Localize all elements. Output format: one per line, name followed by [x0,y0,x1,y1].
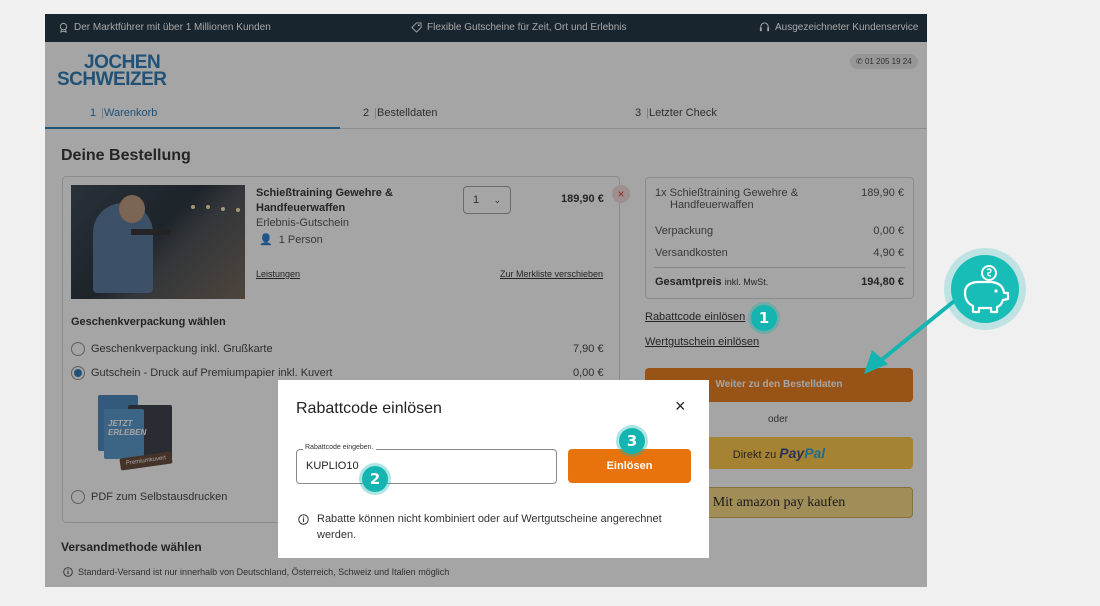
piggy-bank-icon [951,255,1019,323]
coupon-field-label: Rabattcode eingeben. [303,444,376,451]
info-icon [298,514,309,525]
redeem-button[interactable]: Einlösen [568,449,691,483]
close-icon[interactable]: × [675,396,686,417]
coupon-modal: Rabattcode einlösen × Rabattcode eingebe… [278,380,709,558]
coupon-field[interactable]: Rabattcode eingeben. [296,444,557,484]
modal-info: Rabatte können nicht kombiniert oder auf… [298,511,693,543]
coupon-input[interactable] [306,460,536,472]
step-badge-3: 3 [619,428,645,454]
step-badge-2: 2 [362,466,388,492]
modal-title: Rabattcode einlösen [296,400,442,417]
piggy-bank-svg [963,265,1010,314]
modal-info-text: Rabatte können nicht kombiniert oder auf… [317,513,662,541]
step-badge-1: 1 [751,305,777,331]
